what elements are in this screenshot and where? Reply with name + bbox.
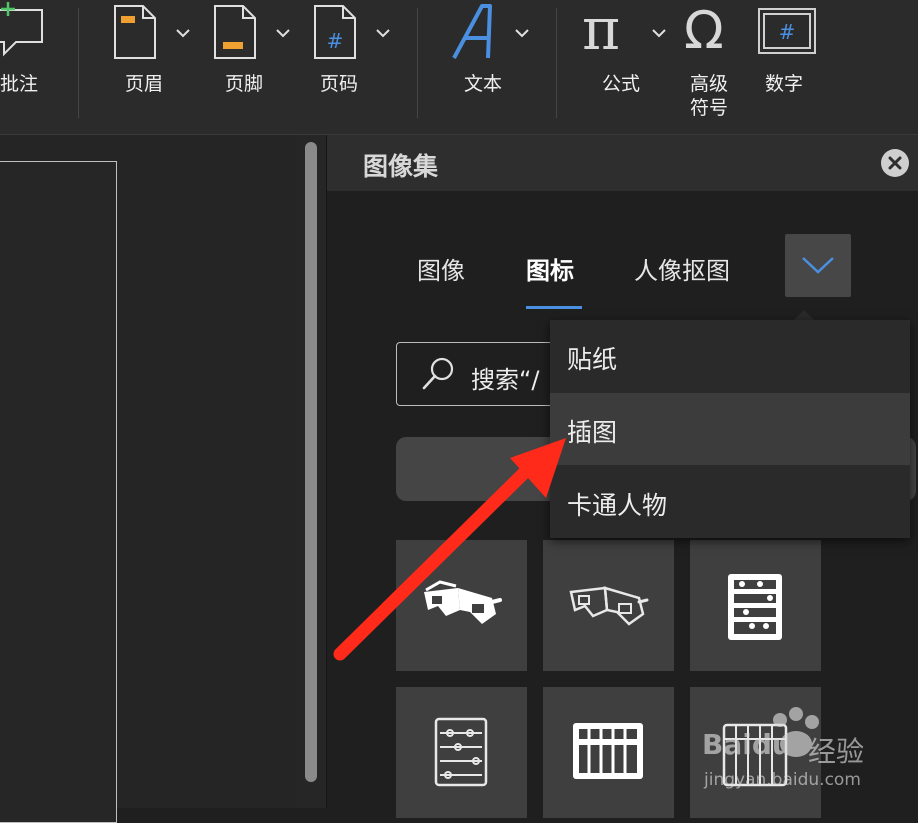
3d-glasses-outline-icon — [569, 586, 649, 626]
abacus-outline-icon — [434, 717, 488, 787]
equation-button[interactable]: π 公式 — [580, 0, 670, 134]
svg-text:#: # — [779, 20, 796, 44]
page-number-label: 页码 — [320, 73, 359, 95]
header-icon — [114, 5, 156, 59]
search-icon — [422, 357, 454, 390]
search-text: 搜索“/ — [471, 366, 540, 394]
svg-text:#: # — [327, 29, 344, 53]
panel-header: 图像集 — [327, 135, 918, 191]
tab-images[interactable]: 图像 — [417, 251, 465, 286]
3d-glasses-icon — [424, 580, 502, 624]
tab-icons[interactable]: 图标 — [526, 251, 574, 286]
icon-tile-3d-glasses-outline[interactable] — [543, 540, 674, 671]
document-canvas[interactable] — [0, 135, 296, 823]
panel-title: 图像集 — [363, 152, 439, 181]
footer-button[interactable]: 页脚 — [205, 0, 297, 134]
category-dropdown: 贴纸 插图 卡通人物 — [550, 320, 910, 538]
page-number-button[interactable]: # 页码 — [305, 0, 397, 134]
icon-tile-abacus[interactable] — [690, 540, 821, 671]
dropdown-item-label: 卡通人物 — [567, 491, 668, 520]
number-label: 数字 — [765, 73, 804, 95]
active-tab-indicator — [526, 306, 582, 309]
dropdown-item-illustrations[interactable]: 插图 — [550, 393, 910, 465]
chevron-down-icon[interactable] — [515, 28, 529, 38]
icon-tile-3d-glasses[interactable] — [396, 540, 527, 671]
chevron-down-icon[interactable] — [652, 28, 666, 38]
close-button[interactable] — [881, 149, 909, 177]
text-box-icon — [452, 4, 492, 59]
page-number-icon: # — [314, 5, 356, 59]
watermark-brand: Baidu — [702, 728, 792, 761]
comment-label: 批注 — [0, 73, 39, 95]
scrollbar-thumb[interactable] — [305, 142, 317, 782]
text-box-label: 文本 — [464, 73, 503, 95]
dropdown-item-cartoon-people[interactable]: 卡通人物 — [550, 466, 910, 538]
chevron-down-icon — [802, 257, 834, 274]
footer-icon — [214, 5, 256, 59]
icon-tile-abacus-2[interactable] — [543, 687, 674, 818]
watermark-text: 经验 — [808, 735, 865, 768]
number-button[interactable]: # 数字 — [752, 0, 822, 134]
separator — [417, 8, 418, 118]
comment-add-icon — [0, 2, 43, 57]
advanced-symbol-label-line2: 符号 — [690, 97, 729, 119]
chevron-down-icon[interactable] — [276, 28, 290, 38]
document-page[interactable] — [0, 161, 117, 823]
close-icon — [888, 156, 902, 170]
abacus-icon — [728, 574, 782, 640]
more-categories-button[interactable] — [785, 234, 851, 297]
number-icon: # — [758, 8, 816, 54]
comment-button[interactable]: 批注 — [0, 0, 60, 134]
chevron-down-icon[interactable] — [176, 28, 190, 38]
equation-label: 公式 — [602, 73, 641, 95]
tab-cutout-people[interactable]: 人像抠图 — [634, 251, 730, 286]
separator — [78, 8, 79, 118]
ribbon-toolbar: 批注 页眉 页脚 # 页码 文本 π 公式 Ω 高级 符号 # 数字 — [0, 0, 918, 135]
advanced-symbol-button[interactable]: Ω 高级 符号 — [680, 0, 740, 134]
header-button[interactable]: 页眉 — [105, 0, 197, 134]
header-label: 页眉 — [125, 73, 164, 95]
equation-icon: π — [582, 0, 621, 63]
icon-tile-abacus-outline[interactable] — [396, 687, 527, 818]
dropdown-item-label: 插图 — [567, 418, 618, 447]
dropdown-item-label: 贴纸 — [567, 345, 618, 374]
text-box-button[interactable]: 文本 — [440, 0, 535, 134]
chevron-down-icon[interactable] — [376, 28, 390, 38]
advanced-symbol-label-line1: 高级 — [690, 73, 729, 95]
watermark-url: jingyan.baidu.com — [704, 770, 861, 790]
symbol-icon: Ω — [684, 1, 724, 61]
abacus-icon — [573, 723, 643, 779]
watermark: Baidu 经验 jingyan.baidu.com — [690, 700, 890, 800]
dropdown-item-stickers[interactable]: 贴纸 — [550, 320, 910, 392]
separator — [556, 8, 557, 118]
footer-label: 页脚 — [225, 73, 264, 95]
